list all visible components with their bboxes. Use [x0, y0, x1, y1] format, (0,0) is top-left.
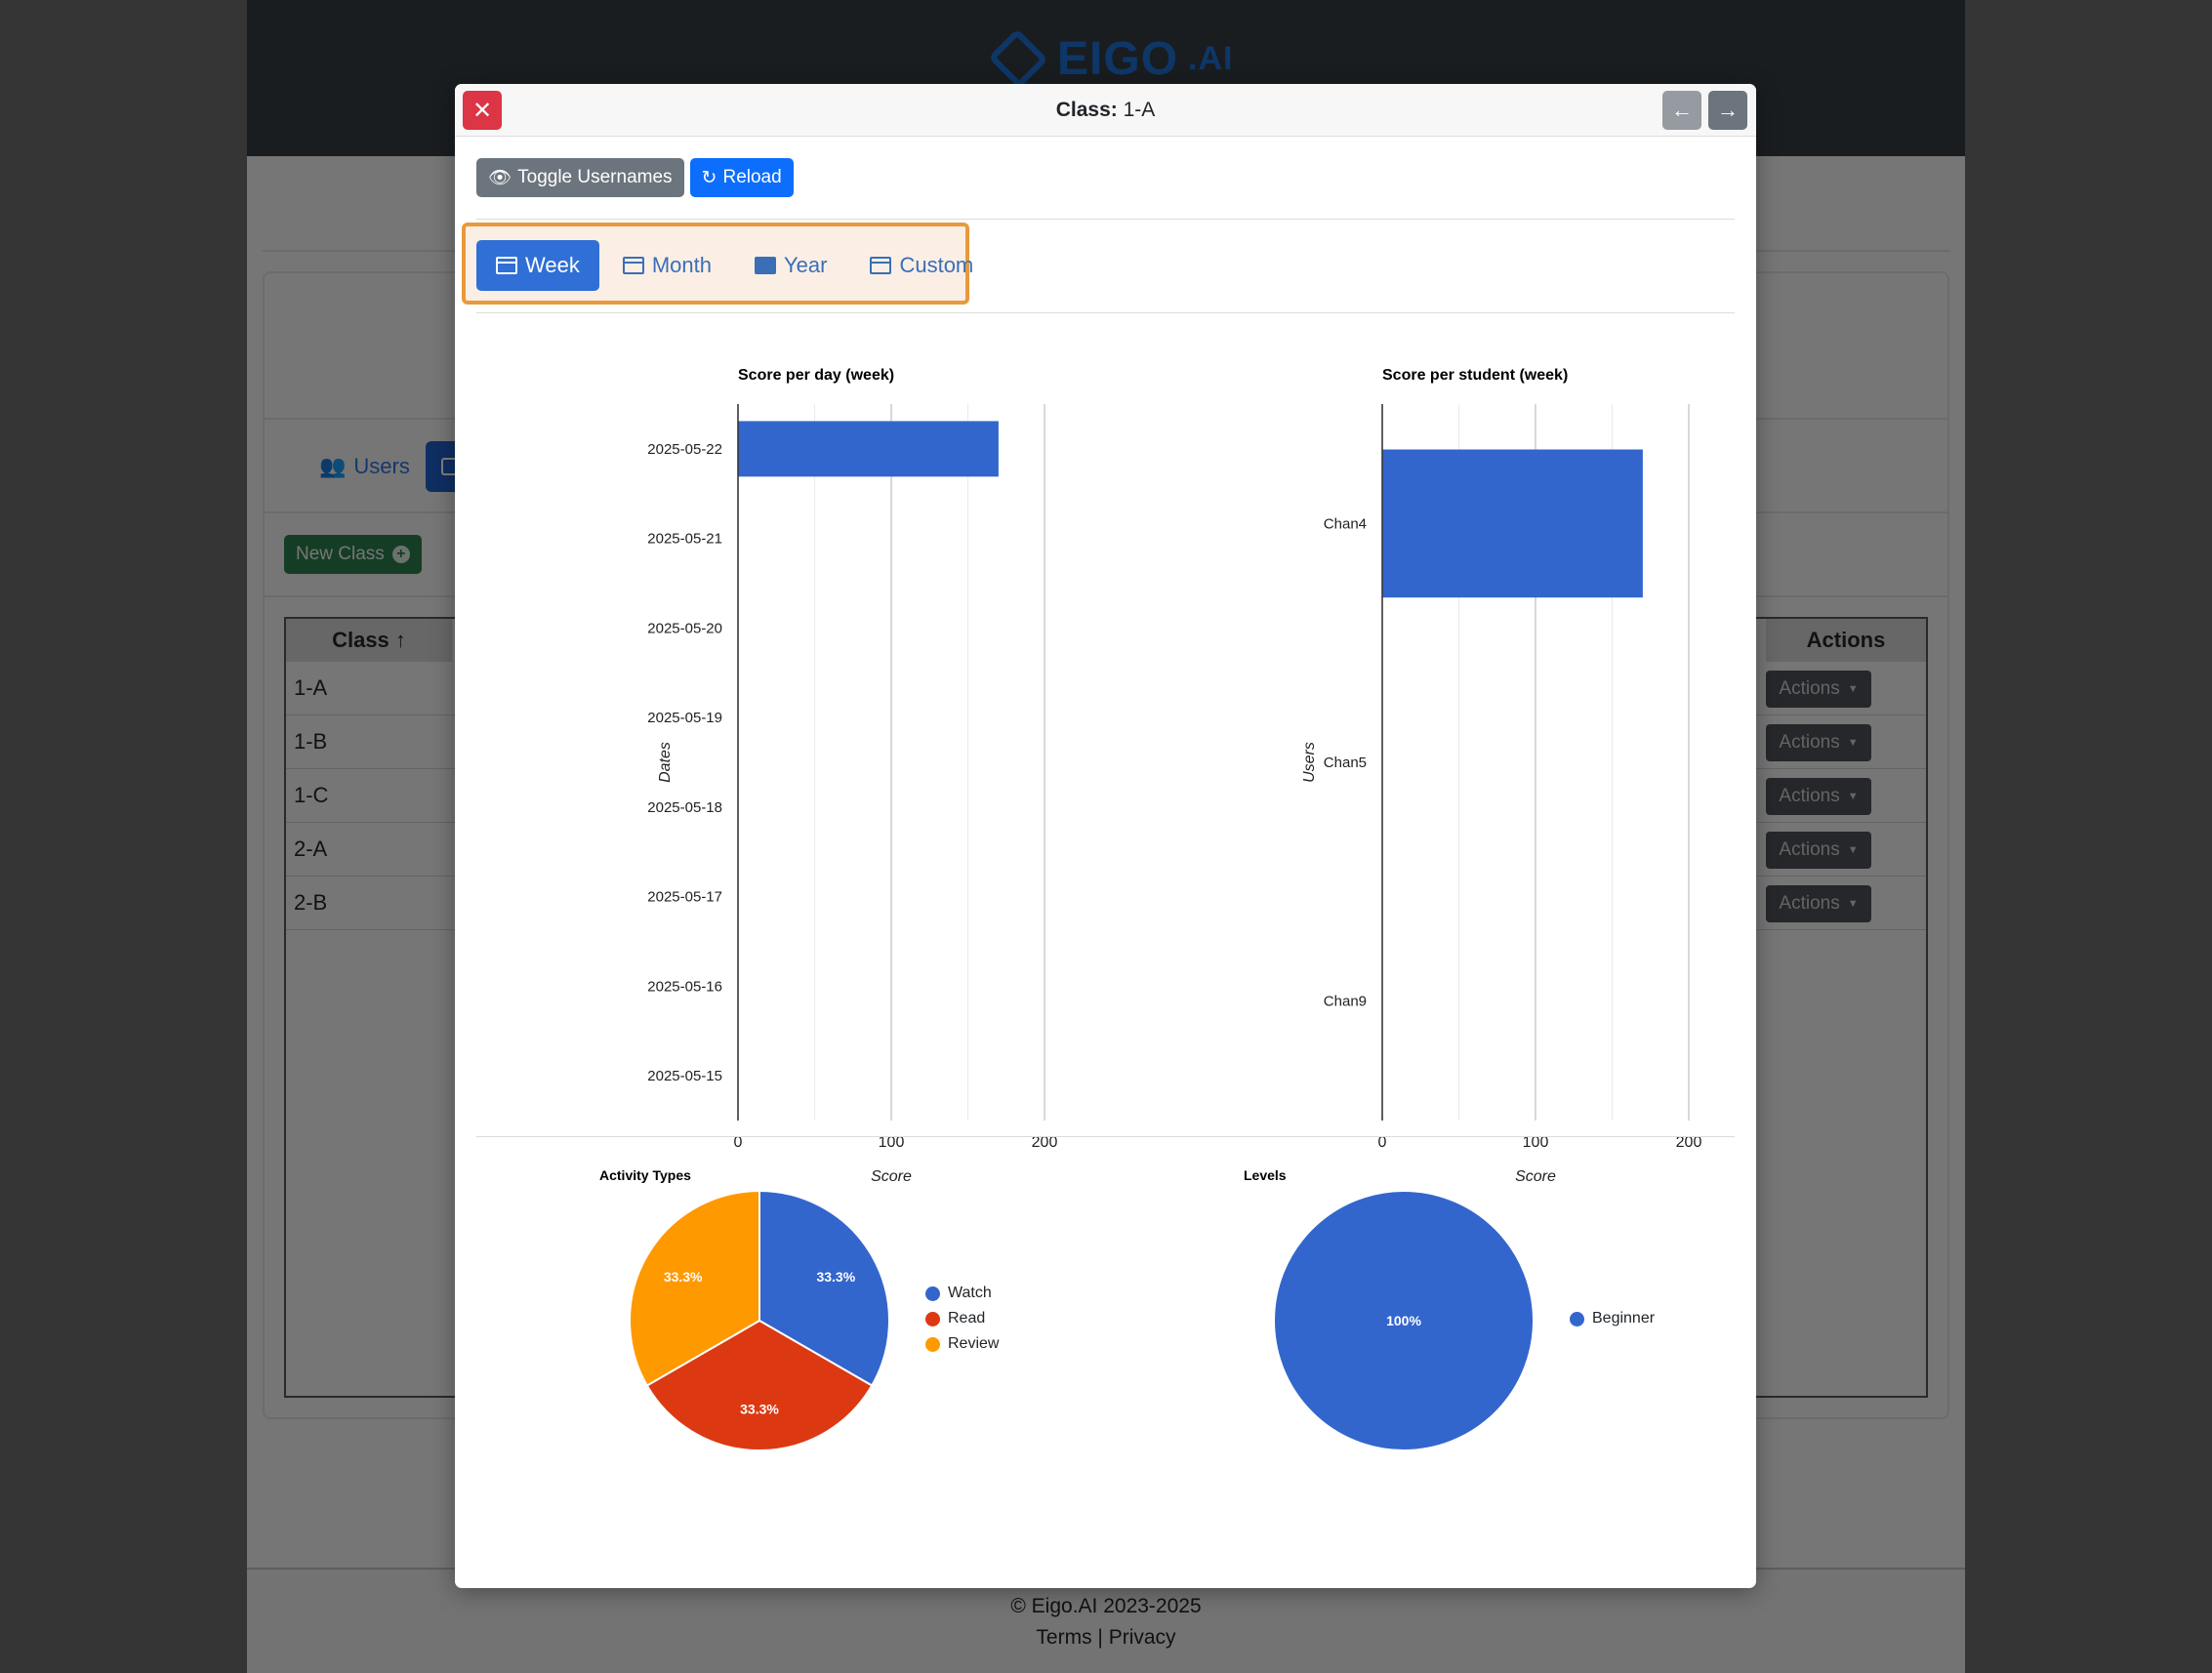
modal-title-label: Class:	[1055, 99, 1118, 121]
divider	[476, 1136, 1735, 1137]
bar	[738, 421, 999, 477]
calendar-year-icon	[755, 257, 776, 274]
y-tick-label: Chan4	[1324, 515, 1367, 532]
period-tab-label: Custom	[899, 253, 974, 277]
legend-item: Watch	[925, 1281, 999, 1306]
score-per-day-chart: 2025-05-22 2025-05-21 2025-05-20 2025-05-19…	[647, 404, 1057, 1185]
period-tab-custom[interactable]: Custom	[850, 240, 993, 291]
period-tab-label: Week	[525, 253, 580, 277]
legend-label: Watch	[948, 1285, 992, 1301]
class-stats-modal: Class: 1-A ✕ ← → 👁 Toggle Usernames ↻ Re…	[455, 84, 1756, 1588]
y-tick-label: Chan5	[1324, 755, 1367, 771]
slice-label: 33.3%	[740, 1401, 779, 1416]
divider	[476, 219, 1735, 220]
arrow-right-icon: →	[1717, 98, 1739, 122]
modal-header: Class: 1-A ✕ ← →	[455, 84, 1756, 137]
y-axis-label: Users	[1301, 742, 1318, 783]
reload-label: Reload	[722, 167, 782, 187]
y-tick-label: 2025-05-15	[647, 1068, 722, 1084]
period-tab-label: Year	[784, 253, 828, 277]
divider	[476, 312, 1735, 313]
eye-icon: 👁	[488, 168, 512, 188]
legend-swatch	[925, 1285, 940, 1301]
y-tick-label: 2025-05-21	[647, 531, 722, 548]
y-axis-label: Dates	[657, 742, 674, 783]
score-per-student-chart: Chan4Chan5Chan90 100 200ScoreUsers	[1301, 404, 1701, 1185]
levels-pie: 100%	[1273, 1190, 1535, 1451]
y-tick-label: 2025-05-16	[647, 978, 722, 995]
chart-title-score-per-day: Score per day (week)	[738, 367, 895, 384]
period-tab-week[interactable]: Week	[476, 240, 599, 291]
slice-label: 100%	[1386, 1313, 1421, 1328]
y-tick-label: 2025-05-20	[647, 620, 722, 636]
legend-swatch	[925, 1311, 940, 1326]
legend-item: Review	[925, 1331, 999, 1357]
modal-title: Class: 1-A	[455, 84, 1756, 137]
legend-label: Read	[948, 1310, 986, 1326]
previous-class-button[interactable]: ←	[1662, 91, 1701, 130]
arrow-left-icon: ←	[1671, 98, 1693, 122]
legend-label: Beginner	[1592, 1310, 1656, 1326]
chart-title-score-per-student: Score per student (week)	[1382, 367, 1569, 384]
period-tab-year[interactable]: Year	[735, 240, 846, 291]
modal-toolbar: 👁 Toggle Usernames ↻ Reload	[476, 158, 794, 197]
activity-types-legend: Watch Read Review	[925, 1281, 999, 1357]
legend-item: Beginner	[1570, 1306, 1655, 1331]
toggle-usernames-button[interactable]: 👁 Toggle Usernames	[476, 158, 684, 197]
levels-legend: Beginner	[1570, 1306, 1655, 1331]
close-icon: ✕	[471, 97, 493, 124]
period-tab-label: Month	[651, 253, 712, 277]
chart-title-activity-types: Activity Types	[599, 1167, 691, 1183]
x-axis-label: Score	[871, 1168, 912, 1185]
y-tick-label: 2025-05-19	[647, 710, 722, 726]
bar	[1382, 449, 1643, 598]
chart-title-levels: Levels	[1244, 1167, 1287, 1183]
calendar-range-icon	[870, 257, 892, 274]
period-tab-month[interactable]: Month	[603, 240, 731, 291]
calendar-week-icon	[496, 257, 517, 274]
period-selector: Week Month Year Custom	[476, 240, 993, 291]
next-class-button[interactable]: →	[1708, 91, 1747, 130]
legend-item: Read	[925, 1306, 999, 1331]
legend-label: Review	[948, 1335, 1000, 1352]
y-tick-label: 2025-05-17	[647, 889, 722, 906]
y-tick-label: 2025-05-22	[647, 441, 722, 458]
close-button[interactable]: ✕	[463, 91, 502, 130]
legend-swatch	[925, 1336, 940, 1352]
calendar-month-icon	[622, 257, 644, 274]
slice-label: 33.3%	[816, 1269, 855, 1285]
slice-label: 33.3%	[664, 1269, 703, 1285]
toggle-usernames-label: Toggle Usernames	[517, 167, 673, 187]
legend-swatch	[1570, 1311, 1584, 1326]
activity-types-pie: 33.3% 33.3% 33.3%	[629, 1189, 890, 1451]
y-tick-label: Chan9	[1324, 994, 1367, 1010]
reload-button[interactable]: ↻ Reload	[689, 158, 794, 197]
x-axis-label: Score	[1515, 1168, 1556, 1185]
reload-icon: ↻	[701, 167, 717, 188]
y-tick-label: 2025-05-18	[647, 799, 722, 816]
modal-title-value: 1-A	[1123, 99, 1156, 121]
